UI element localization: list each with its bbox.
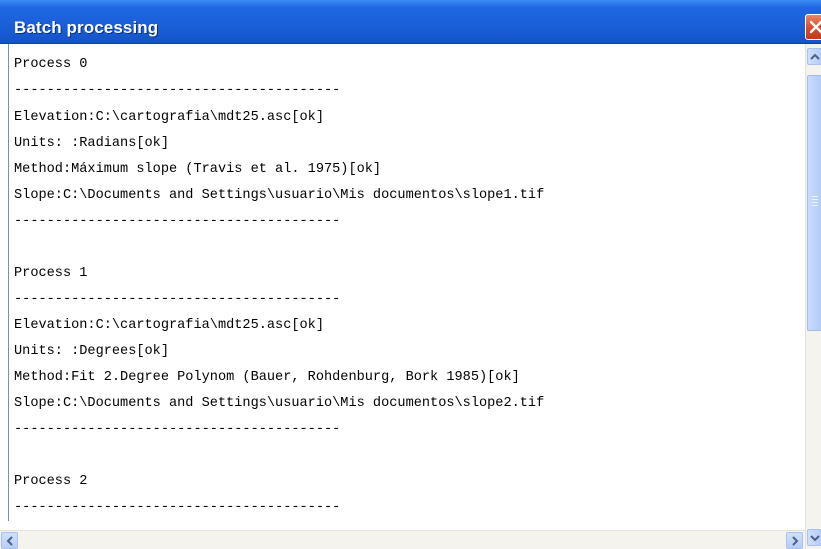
arrow-up-icon [810,53,820,60]
output-line: Units: :Degrees[ok] [14,344,169,359]
output-line: ---------------------------------------- [14,214,341,229]
arrow-left-icon [6,536,13,546]
horizontal-scrollbar[interactable] [0,530,805,549]
vertical-scroll-thumb[interactable] [807,75,821,331]
output-line: Units: :Radians[ok] [14,136,169,151]
output-line: Slope:C:\Documents and Settings\usuario\… [14,396,545,411]
output-line: Process 1 [14,266,88,281]
output-line: Method:Máximum slope (Travis et al. 1975… [14,162,382,177]
close-button[interactable] [805,14,821,40]
output-line: ---------------------------------------- [14,83,341,98]
scroll-left-button[interactable] [1,532,18,549]
output-line: Elevation:C:\cartografia\mdt25.asc[ok] [14,110,324,125]
output-line: Process 0 [14,57,88,72]
output-line: Slope:C:\Documents and Settings\usuario\… [14,188,545,203]
scroll-down-button[interactable] [807,529,821,546]
vertical-scrollbar[interactable] [805,44,821,549]
output-line: Method:Fit 2.Degree Polynom (Bauer, Rohd… [14,370,520,385]
title-bar[interactable]: Batch processing [0,0,821,44]
arrow-right-icon [792,536,799,546]
output-line: ---------------------------------------- [14,500,341,515]
output-text-area[interactable]: Process 0 ------------------------------… [0,44,805,521]
window-title: Batch processing [14,18,159,37]
scroll-right-button[interactable] [786,532,803,549]
output-line: ---------------------------------------- [14,292,341,307]
close-icon [809,20,821,34]
batch-processing-window: Batch processing Process 0 -------------… [0,0,821,549]
output-line: ---------------------------------------- [14,422,341,437]
scroll-up-button[interactable] [807,48,821,65]
arrow-down-icon [810,535,820,542]
output-line: Elevation:C:\cartografia\mdt25.asc[ok] [14,318,324,333]
output-line: Process 2 [14,474,88,489]
